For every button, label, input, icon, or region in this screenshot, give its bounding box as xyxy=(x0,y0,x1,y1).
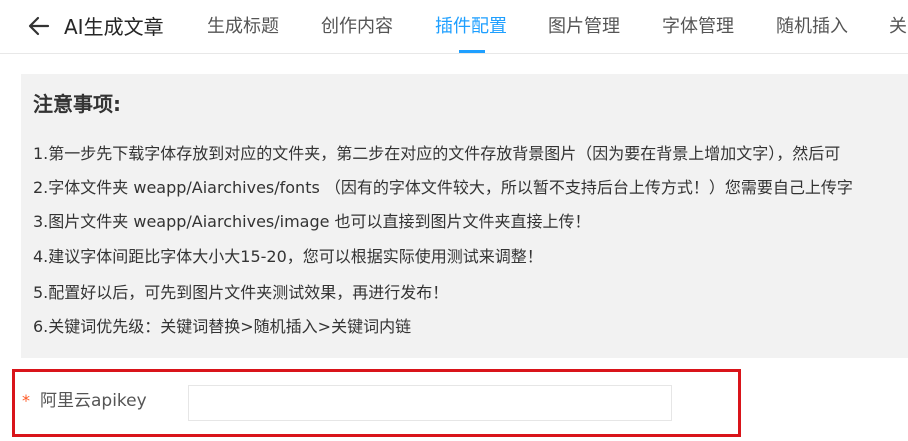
tab-bar: 生成标题 创作内容 插件配置 图片管理 字体管理 随机插入 关 xyxy=(0,0,908,54)
tab-create-content[interactable]: 创作内容 xyxy=(321,14,393,40)
notice-line-4: 4.建议字体间距比字体大小大15-20，您可以根据实际使用测试来调整！ xyxy=(33,247,543,266)
notice-line-2: 2.字体文件夹 weapp/Aiarchives/fonts （因有的字体文件较… xyxy=(33,178,853,197)
notice-line-3: 3.图片文件夹 weapp/Aiarchives/image 也可以直接到图片文… xyxy=(33,212,591,231)
tab-generate-title[interactable]: 生成标题 xyxy=(207,14,279,40)
tab-font-management[interactable]: 字体管理 xyxy=(662,14,734,40)
notice-line-5: 5.配置好以后，可先到图片文件夹测试效果，再进行发布！ xyxy=(33,283,449,302)
apikey-input[interactable] xyxy=(188,385,672,421)
tab-plugin-config[interactable]: 插件配置 xyxy=(435,14,507,40)
notice-line-1: 1.第一步先下载字体存放到对应的文件夹，第二步在对应的文件存放背景图片（因为要在… xyxy=(33,144,841,163)
tab-image-management[interactable]: 图片管理 xyxy=(548,14,620,40)
notice-panel: 注意事项: 1.第一步先下载字体存放到对应的文件夹，第二步在对应的文件存放背景图… xyxy=(21,74,908,358)
active-tab-indicator xyxy=(459,50,485,53)
notice-title: 注意事项: xyxy=(33,92,121,116)
tab-overflow-truncated[interactable]: 关 xyxy=(889,14,907,40)
apikey-label: 阿里云apikey xyxy=(40,391,147,411)
top-navigation-bar: AI生成文章 生成标题 创作内容 插件配置 图片管理 字体管理 随机插入 关 xyxy=(0,0,908,54)
required-asterisk: * xyxy=(22,391,30,410)
tab-random-insert[interactable]: 随机插入 xyxy=(776,14,848,40)
notice-line-6: 6.关键词优先级：关键词替换>随机插入>关键词内链 xyxy=(33,317,412,336)
